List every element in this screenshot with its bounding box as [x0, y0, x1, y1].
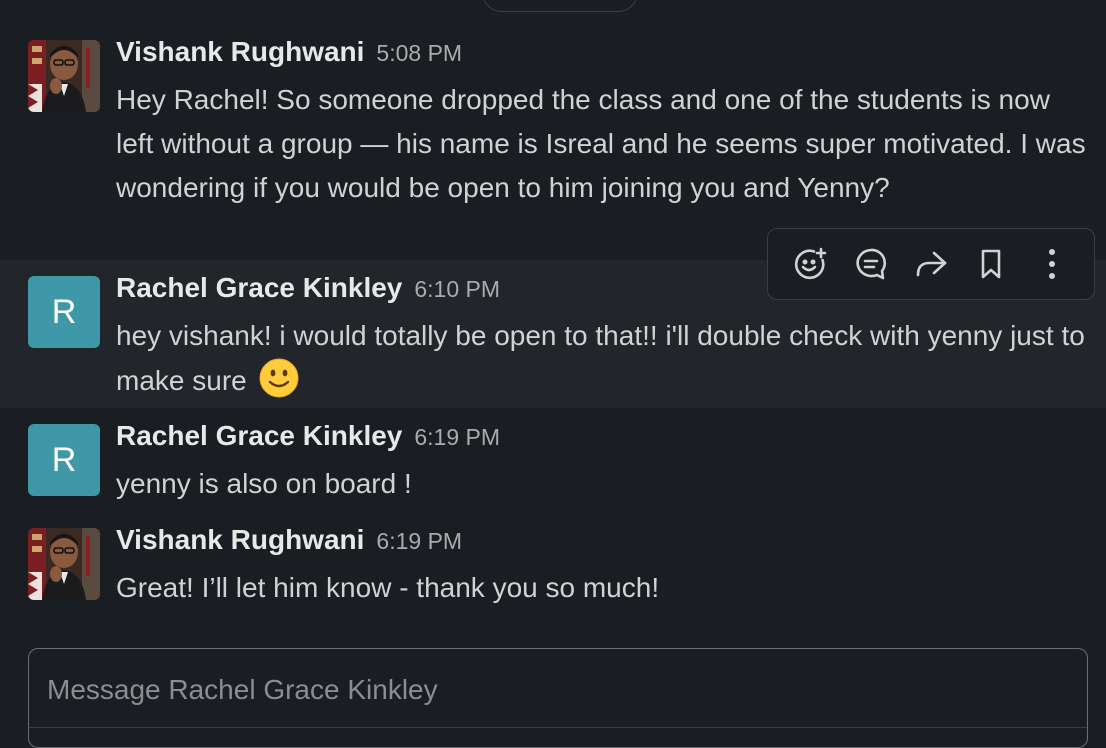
add-reaction-button[interactable] — [785, 239, 835, 289]
add-reaction-icon — [795, 247, 827, 280]
avatar-letter: R — [51, 292, 77, 331]
avatar[interactable]: R — [28, 276, 100, 348]
timestamp[interactable]: 6:10 PM — [414, 276, 500, 302]
message-row: Vishank Rughwani 6:19 PM Great! I’ll let … — [0, 512, 1106, 616]
message-header: Rachel Grace Kinkley 6:10 PM — [116, 272, 500, 304]
avatar[interactable] — [28, 40, 100, 112]
message-header: Vishank Rughwani 6:19 PM — [116, 524, 462, 556]
message-text: yenny is also on board ! — [116, 468, 412, 499]
message-composer — [28, 648, 1088, 748]
sender-name[interactable]: Vishank Rughwani — [116, 524, 364, 555]
message-text-container: hey vishank! i would totally be open to … — [116, 314, 1091, 411]
more-actions-icon — [1048, 249, 1055, 279]
composer-divider — [29, 727, 1087, 728]
message-header: Rachel Grace Kinkley 6:19 PM — [116, 420, 500, 452]
reply-in-thread-icon — [855, 248, 886, 280]
timestamp[interactable]: 5:08 PM — [376, 40, 462, 66]
forward-button[interactable] — [906, 239, 956, 289]
sender-name[interactable]: Rachel Grace Kinkley — [116, 420, 402, 451]
sender-name[interactable]: Rachel Grace Kinkley — [116, 272, 402, 303]
message-row: Vishank Rughwani 5:08 PM Hey Rachel! So s… — [0, 28, 1106, 260]
message-header: Vishank Rughwani 5:08 PM — [116, 36, 462, 68]
save-bookmark-button[interactable] — [966, 239, 1016, 289]
forward-icon — [916, 251, 947, 277]
message-row: R Rachel Grace Kinkley 6:19 PM yenny is a… — [0, 408, 1106, 512]
message-text: Great! I’ll let him know - thank you so … — [116, 572, 660, 603]
save-bookmark-icon — [982, 249, 1001, 279]
reply-in-thread-button[interactable] — [846, 239, 896, 289]
message-actions-toolbar — [767, 228, 1095, 300]
avatar[interactable]: R — [28, 424, 100, 496]
date-divider-pill[interactable] — [482, 0, 638, 12]
slightly-smiling-face-icon — [259, 358, 299, 411]
timestamp[interactable]: 6:19 PM — [414, 424, 500, 450]
more-actions-button[interactable] — [1027, 239, 1077, 289]
sender-name[interactable]: Vishank Rughwani — [116, 36, 364, 67]
message-text: Hey Rachel! So someone dropped the class… — [116, 84, 1086, 203]
timestamp[interactable]: 6:19 PM — [376, 528, 462, 554]
avatar[interactable] — [28, 528, 100, 600]
message-input[interactable] — [45, 667, 1049, 713]
avatar-letter: R — [51, 440, 77, 479]
